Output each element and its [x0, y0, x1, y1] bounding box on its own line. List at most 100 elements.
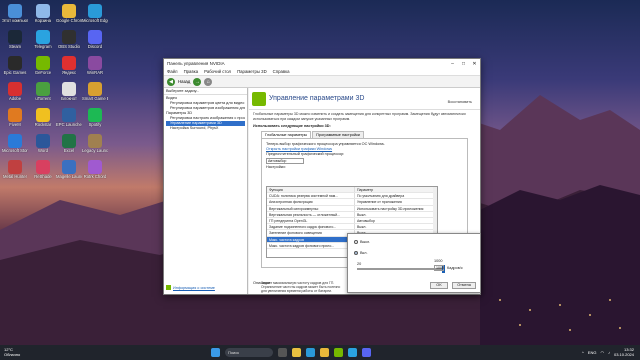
menu-desktop[interactable]: Рабочий стол — [204, 69, 231, 74]
weather-widget[interactable]: 12°C Облачно — [0, 347, 60, 357]
tray-chevron-icon[interactable]: ^ — [582, 350, 584, 355]
menu-help[interactable]: Справка — [273, 69, 290, 74]
tab-program[interactable]: Программные настройки — [312, 131, 364, 138]
menu-3d[interactable]: Параметры 3D — [237, 69, 267, 74]
nvidia-taskbar-icon[interactable] — [333, 348, 343, 357]
slider-min: 20 — [357, 262, 362, 266]
grid-cell-feature: Анизотропная фильтрация — [267, 199, 355, 205]
desktop-icon[interactable]: Word — [30, 134, 56, 162]
home-icon[interactable]: ⌂ — [204, 77, 213, 86]
forward-icon[interactable]: → — [193, 77, 202, 86]
radio-off[interactable]: Выкл. — [354, 240, 370, 244]
desktop-icon[interactable]: Metal Hunter — [2, 160, 28, 188]
desktop-icon-label: Корзина — [35, 18, 51, 23]
tree-item[interactable]: Настройка Surround, PhysX — [166, 126, 245, 131]
app-icon — [8, 108, 22, 122]
app-icon — [8, 4, 22, 18]
task-panel: Выберите задачу... Видео Регулировка пара… — [164, 88, 248, 294]
desktop-icon-label: GeForce — [34, 70, 52, 75]
frame-rate-input[interactable]: 1000 — [434, 265, 444, 271]
tab-global[interactable]: Глобальные параметры — [261, 131, 312, 138]
desktop-icon[interactable]: Discord — [82, 30, 108, 58]
desktop-icon[interactable]: Блокнот — [56, 82, 82, 110]
desktop-icon[interactable]: EPC Launcher — [56, 108, 82, 136]
app-icon — [62, 30, 76, 44]
discord-icon[interactable] — [361, 348, 371, 357]
back-icon[interactable]: ◀ — [167, 77, 175, 86]
volume-icon[interactable]: ♪ — [608, 350, 610, 355]
desktop-icons: Этот компьютерКорзинаGoogle ChromeMicros… — [0, 0, 110, 345]
desktop-icon[interactable]: Rockstar — [30, 108, 56, 136]
desktop-icon[interactable]: Этот компьютер — [2, 4, 28, 32]
app-icon — [62, 134, 76, 148]
app-icon — [36, 82, 50, 96]
info-icon — [166, 285, 171, 290]
language-indicator[interactable]: ENG — [588, 350, 597, 355]
gpu-select[interactable]: Автовыбор — [266, 158, 304, 164]
desktop-icon[interactable]: Microsoft Edge — [82, 4, 108, 32]
weather-status: Облачно — [4, 351, 21, 357]
desktop-icon-label: Metal Hunter — [3, 174, 27, 179]
desktop-icon[interactable]: Steam — [2, 30, 28, 58]
minimize-icon[interactable]: – — [447, 61, 458, 67]
desktop-icon[interactable]: Корзина — [30, 4, 56, 32]
desktop-icon[interactable]: Legacy Launcher — [82, 134, 108, 162]
desktop-icon[interactable]: WinRAR — [82, 56, 108, 84]
back-label[interactable]: Назад — [178, 79, 190, 84]
maximize-icon[interactable]: □ — [458, 61, 469, 67]
desktop-icon[interactable]: Epic Games — [2, 56, 28, 84]
chrome-icon[interactable] — [319, 348, 329, 357]
desktop-icon-label: Legacy Launcher — [82, 148, 108, 153]
desktop-icon[interactable]: Яндекс — [56, 56, 82, 84]
gpu-label: Предпочтительный графический процессор: — [266, 152, 345, 156]
file-explorer-icon[interactable] — [291, 348, 301, 357]
desktop-icon[interactable]: Google Chrome — [56, 4, 82, 32]
radio-on[interactable]: Вкл. — [354, 251, 368, 255]
cancel-button[interactable]: Отмена — [452, 282, 476, 289]
desktop-icon[interactable]: Microsoft Store — [2, 134, 28, 162]
desktop-icon[interactable]: Spotify — [82, 108, 108, 136]
telegram-icon[interactable] — [347, 348, 357, 357]
desktop-icon[interactable]: Excel — [56, 134, 82, 162]
ok-button[interactable]: OK — [430, 282, 448, 289]
desktop-icon[interactable]: uTorrent — [30, 82, 56, 110]
task-view-icon[interactable] — [277, 348, 287, 357]
desktop-icon-label: Steam — [8, 44, 22, 49]
menu-edit[interactable]: Правка — [184, 69, 199, 74]
app-icon — [88, 108, 102, 122]
slider-max: 1000 — [434, 259, 443, 263]
page-header: Управление параметрами 3D Восстановить — [249, 88, 480, 110]
desktop-icon[interactable]: OBS Studio — [56, 30, 82, 58]
desktop-icon[interactable]: Telegram — [30, 30, 56, 58]
close-icon[interactable]: ✕ — [469, 61, 480, 67]
desktop-icon[interactable]: Magelle Launcher — [56, 160, 82, 188]
wifi-icon[interactable]: ◠ — [600, 350, 604, 355]
frame-rate-slider[interactable] — [357, 265, 445, 273]
search-box[interactable]: Поиск — [224, 348, 273, 357]
desktop-icon[interactable]: Smart Game Booster — [82, 82, 108, 110]
menu-file[interactable]: Файл — [167, 69, 178, 74]
desktop-icon-label: Spotify — [88, 122, 102, 127]
title-bar[interactable]: Панель управления NVIDIA – □ ✕ — [164, 59, 480, 68]
desktop-icon[interactable]: FiveM — [2, 108, 28, 136]
app-icon — [88, 56, 102, 70]
start-icon[interactable] — [210, 348, 220, 357]
radio-on-label: Вкл. — [360, 251, 368, 255]
desktop-icon[interactable]: Adobe — [2, 82, 28, 110]
clock[interactable]: 13:32 03.10.2024 — [614, 347, 634, 357]
restore-button[interactable]: Восстановить — [448, 100, 472, 104]
desktop-icon[interactable]: Rotrk Chord — [82, 160, 108, 188]
desktop-icon-label: Яндекс — [61, 70, 77, 75]
desktop-icon-label: FiveM — [9, 122, 21, 127]
menu-bar: Файл Правка Рабочий стол Параметры 3D Сп… — [164, 68, 480, 76]
desktop-icon[interactable]: GeForce — [30, 56, 56, 84]
edge-icon[interactable] — [305, 348, 315, 357]
system-info-link[interactable]: Информация о системе — [166, 285, 215, 290]
desktop-icon-label: ReShade — [34, 174, 52, 179]
desktop-icon[interactable]: ReShade — [30, 160, 56, 188]
grid-cell-value: Использовать настройку 3D-приложения — [357, 206, 424, 211]
app-icon — [88, 4, 102, 18]
grid-header-value: Параметр — [357, 188, 374, 192]
desktop-icon-label: WinRAR — [86, 70, 104, 75]
grid-cell-value: Выкл. — [357, 212, 367, 217]
